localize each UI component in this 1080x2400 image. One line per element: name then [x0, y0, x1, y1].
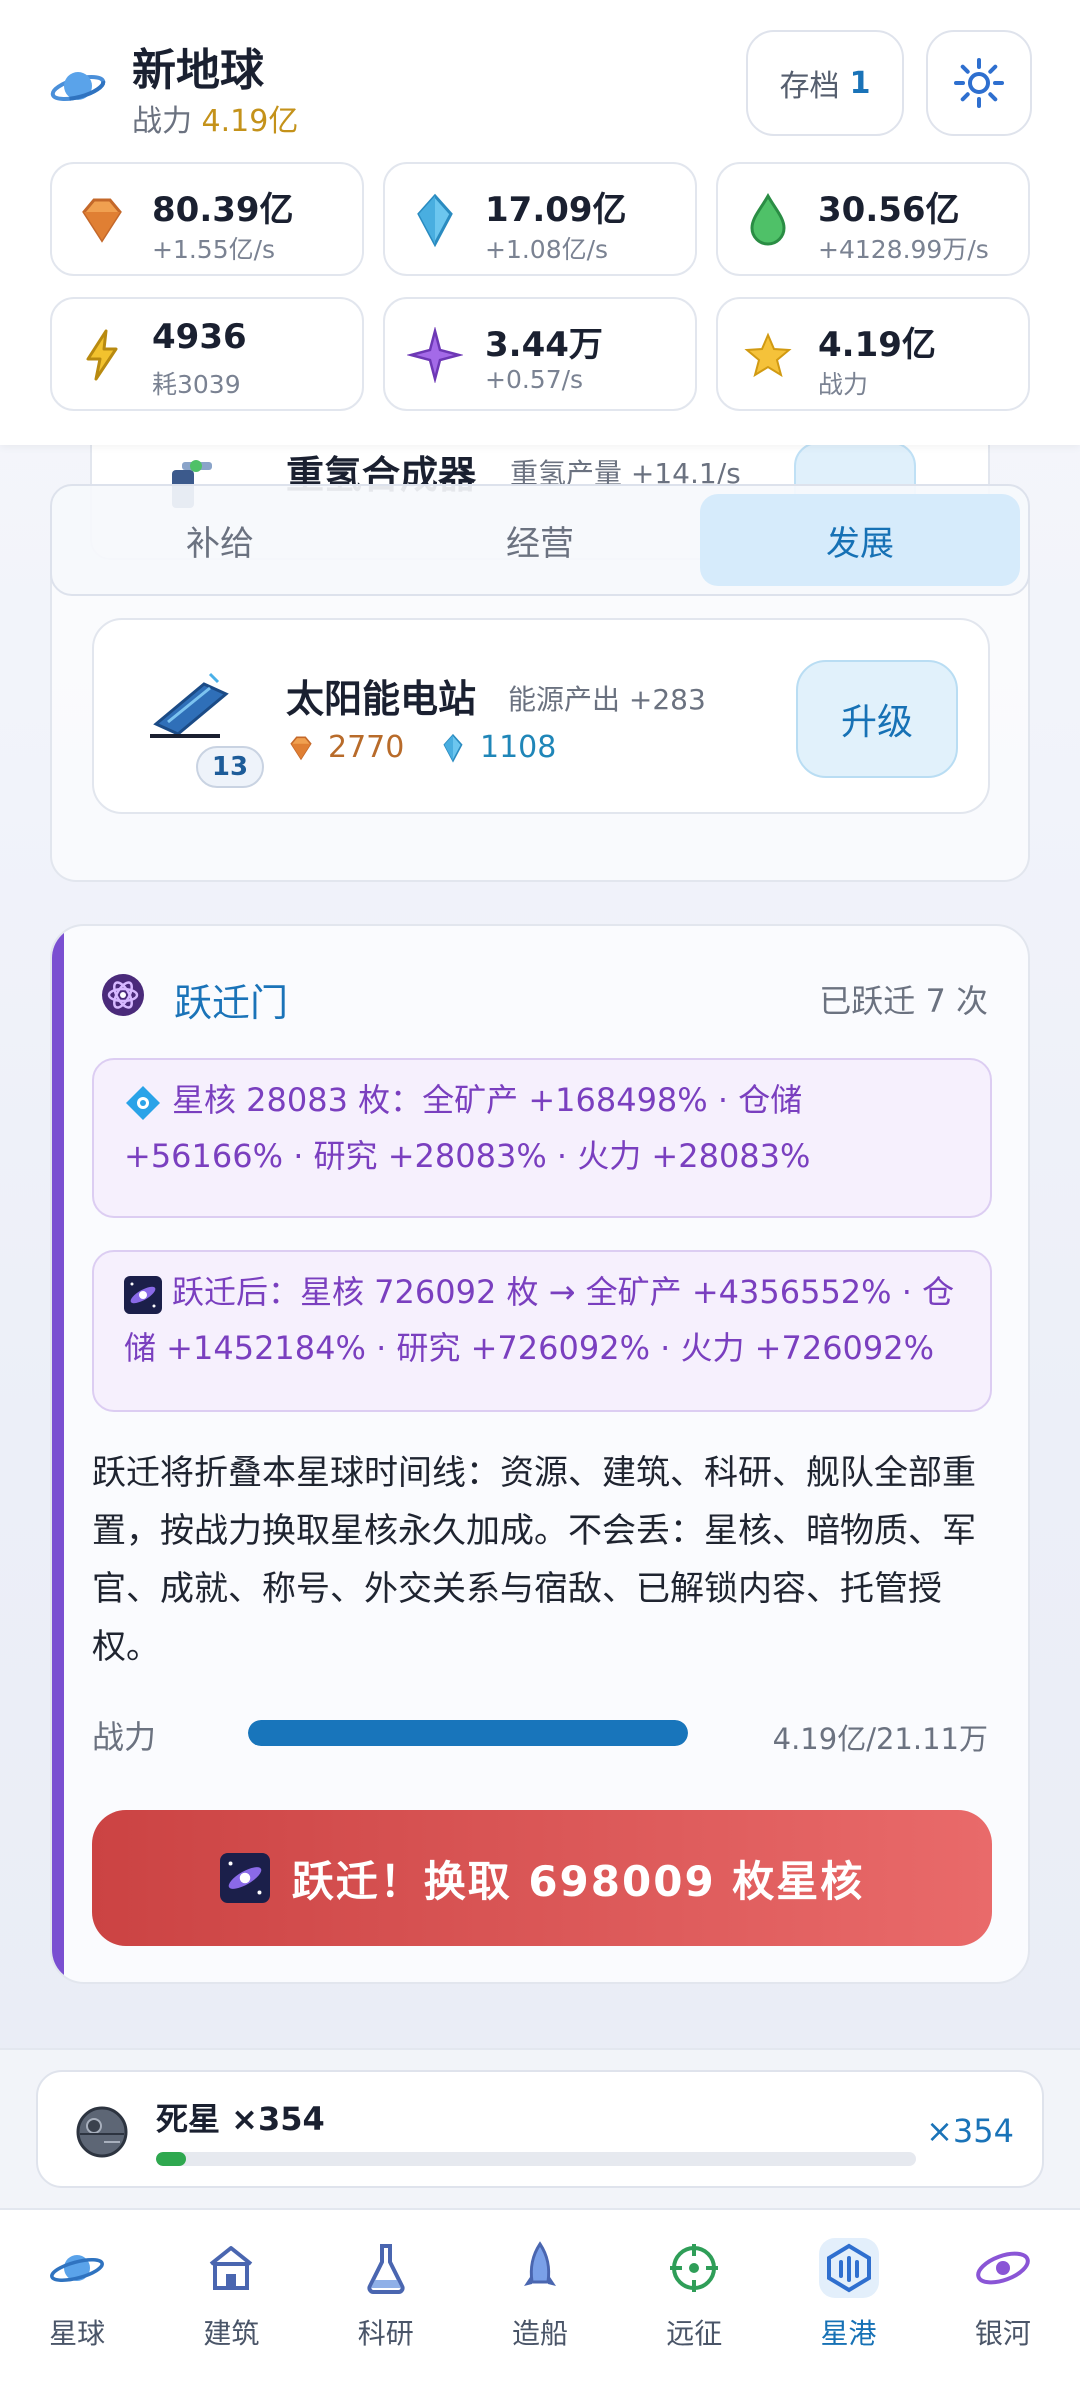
resource-value: 30.56亿 [818, 190, 960, 230]
deathstar-progress [156, 2152, 916, 2166]
after-bonus-text: 跃迁后：星核 726092 枚 → 全矿产 +4356552% · 仓储 +14… [124, 1273, 955, 1367]
power-progress-fill [248, 1720, 688, 1746]
warp-count: 已跃迁 7 次 [819, 982, 988, 1020]
cost-crystal-value: 1108 [480, 730, 557, 765]
nav-galaxy[interactable]: 银河 [926, 2210, 1080, 2400]
resource-value: 80.39亿 [152, 190, 294, 230]
solar-panel-icon [144, 668, 240, 748]
resource-darkmatter[interactable]: 3.44万 +0.57/s [383, 297, 697, 411]
power-progress-bar [248, 1720, 688, 1746]
save-label: 存档 [779, 69, 840, 104]
resource-rate: +0.57/s [485, 365, 584, 394]
nav-expedition[interactable]: 远征 [617, 2210, 771, 2400]
lightning-icon [74, 327, 130, 383]
galaxy-icon [973, 2238, 1033, 2298]
deathstar-icon [74, 2104, 130, 2160]
current-bonus-box: 星核 28083 枚：全矿产 +168498% · 仓储 +56166% · 研… [92, 1058, 992, 1218]
orange-gem-icon [286, 733, 316, 763]
planet-icon [50, 58, 106, 114]
resource-value: 4936 [152, 317, 247, 357]
gold-star-icon [740, 327, 796, 383]
deathstar-panel: 死星 ×354 ×354 [0, 2048, 1080, 2208]
resource-power[interactable]: 4.19亿 战力 [716, 297, 1030, 411]
after-bonus-box: 跃迁后：星核 726092 枚 → 全矿产 +4356552% · 仓储 +14… [92, 1250, 992, 1412]
warp-gate-card: 跃迁门 已跃迁 7 次 星核 28083 枚：全矿产 +168498% · 仓储… [50, 924, 1030, 1984]
cost-mineral-value: 2770 [328, 730, 405, 765]
resource-crystal[interactable]: 17.09亿 +1.08亿/s [383, 162, 697, 276]
flask-icon [356, 2238, 416, 2298]
nav-label: 科研 [357, 2317, 414, 2350]
warp-button-label: 跃迁！换取 698009 枚星核 [291, 1856, 865, 1906]
resource-value: 4.19亿 [818, 325, 936, 365]
resource-rate: +4128.99万/s [818, 235, 989, 264]
nav-label: 建筑 [203, 2317, 260, 2350]
resource-value: 17.09亿 [485, 190, 627, 230]
deathstar-card[interactable]: 死星 ×354 ×354 [36, 2070, 1044, 2188]
power-value: 4.19亿 [201, 104, 299, 139]
power-label: 战力 [132, 104, 192, 139]
nav-starport[interactable]: 星港 [771, 2210, 925, 2400]
warp-gate-icon [100, 972, 146, 1018]
starport-icon [818, 2238, 879, 2298]
nav-label: 星球 [49, 2317, 106, 2350]
settings-button[interactable] [926, 30, 1032, 136]
nav-label: 造船 [511, 2317, 568, 2350]
purple-star-icon [407, 327, 463, 383]
category-tabs: 补给 经营 发展 [50, 484, 1030, 596]
building-desc: 能源产出 +283 [508, 683, 706, 716]
blue-crystal-icon [438, 733, 468, 763]
warp-title: 跃迁门 [174, 981, 289, 1025]
deathstar-name: 死星 ×354 [156, 2100, 325, 2138]
resource-rate: 战力 [818, 370, 869, 399]
accent-bar [52, 926, 64, 1982]
bottom-navigation: 星球 建筑 科研 造船 远征 星港 银河 [0, 2208, 1080, 2400]
warp-description: 跃迁将折叠本星球时间线：资源、建筑、科研、舰队全部重置，按战力换取星核永久加成。… [92, 1453, 976, 1667]
resource-rate: 耗3039 [152, 370, 241, 399]
crosshair-icon [664, 2238, 724, 2298]
tab-operations[interactable]: 经营 [380, 494, 700, 586]
tab-development[interactable]: 发展 [700, 494, 1020, 586]
warp-button[interactable]: 跃迁！换取 698009 枚星核 [92, 1810, 992, 1946]
resource-mineral[interactable]: 80.39亿 +1.55亿/s [50, 162, 364, 276]
resource-energy[interactable]: 4936 耗3039 [50, 297, 364, 411]
resource-deuterium[interactable]: 30.56亿 +4128.99万/s [716, 162, 1030, 276]
cost-mineral: 2770 [286, 730, 404, 765]
galaxy-image-icon [219, 1853, 270, 1903]
cost-crystal: 1108 [438, 730, 556, 765]
top-header: 新地球 战力 4.19亿 存档 1 80.39亿 +1.55亿/s 17.09亿 … [0, 0, 1080, 445]
save-number: 1 [849, 65, 871, 101]
current-bonus-text: 星核 28083 枚：全矿产 +168498% · 仓储 +56166% · 研… [124, 1081, 811, 1175]
building-icon [201, 2238, 261, 2298]
nav-research[interactable]: 科研 [309, 2210, 463, 2400]
resource-rate: +1.55亿/s [152, 235, 276, 264]
power-progress-label: 战力 [92, 1718, 157, 1756]
save-slot-button[interactable]: 存档 1 [746, 30, 904, 136]
planet-icon [47, 2238, 107, 2298]
upgrade-button[interactable]: 升级 [796, 660, 958, 778]
deathstar-progress-fill [156, 2152, 187, 2166]
building-name: 太阳能电站 [286, 677, 477, 721]
orange-gem-icon [74, 192, 130, 248]
galaxy-image-icon [124, 1275, 162, 1314]
nav-label: 银河 [974, 2317, 1031, 2350]
building-card[interactable]: 13 太阳能电站 能源产出 +283 2770 1108 升级 [92, 618, 990, 814]
diamond-icon [124, 1083, 162, 1121]
power-progress-value: 4.19亿/21.11万 [772, 1722, 988, 1756]
deathstar-count: ×354 [926, 2112, 1014, 2150]
nav-label: 星港 [820, 2317, 877, 2350]
level-badge: 13 [196, 746, 264, 788]
nav-planet[interactable]: 星球 [0, 2210, 154, 2400]
rocket-icon [510, 2238, 570, 2298]
blue-crystal-icon [407, 192, 463, 248]
power-display: 战力 4.19亿 [132, 96, 298, 140]
resource-rate: +1.08亿/s [485, 235, 609, 264]
nav-shipyard[interactable]: 造船 [463, 2210, 617, 2400]
nav-building[interactable]: 建筑 [154, 2210, 308, 2400]
tab-supply[interactable]: 补给 [60, 494, 380, 586]
planet-name: 新地球 [132, 45, 264, 96]
resource-value: 3.44万 [485, 325, 603, 365]
green-drop-icon [740, 192, 796, 248]
nav-label: 远征 [666, 2317, 723, 2350]
sun-gear-icon [953, 57, 1005, 109]
